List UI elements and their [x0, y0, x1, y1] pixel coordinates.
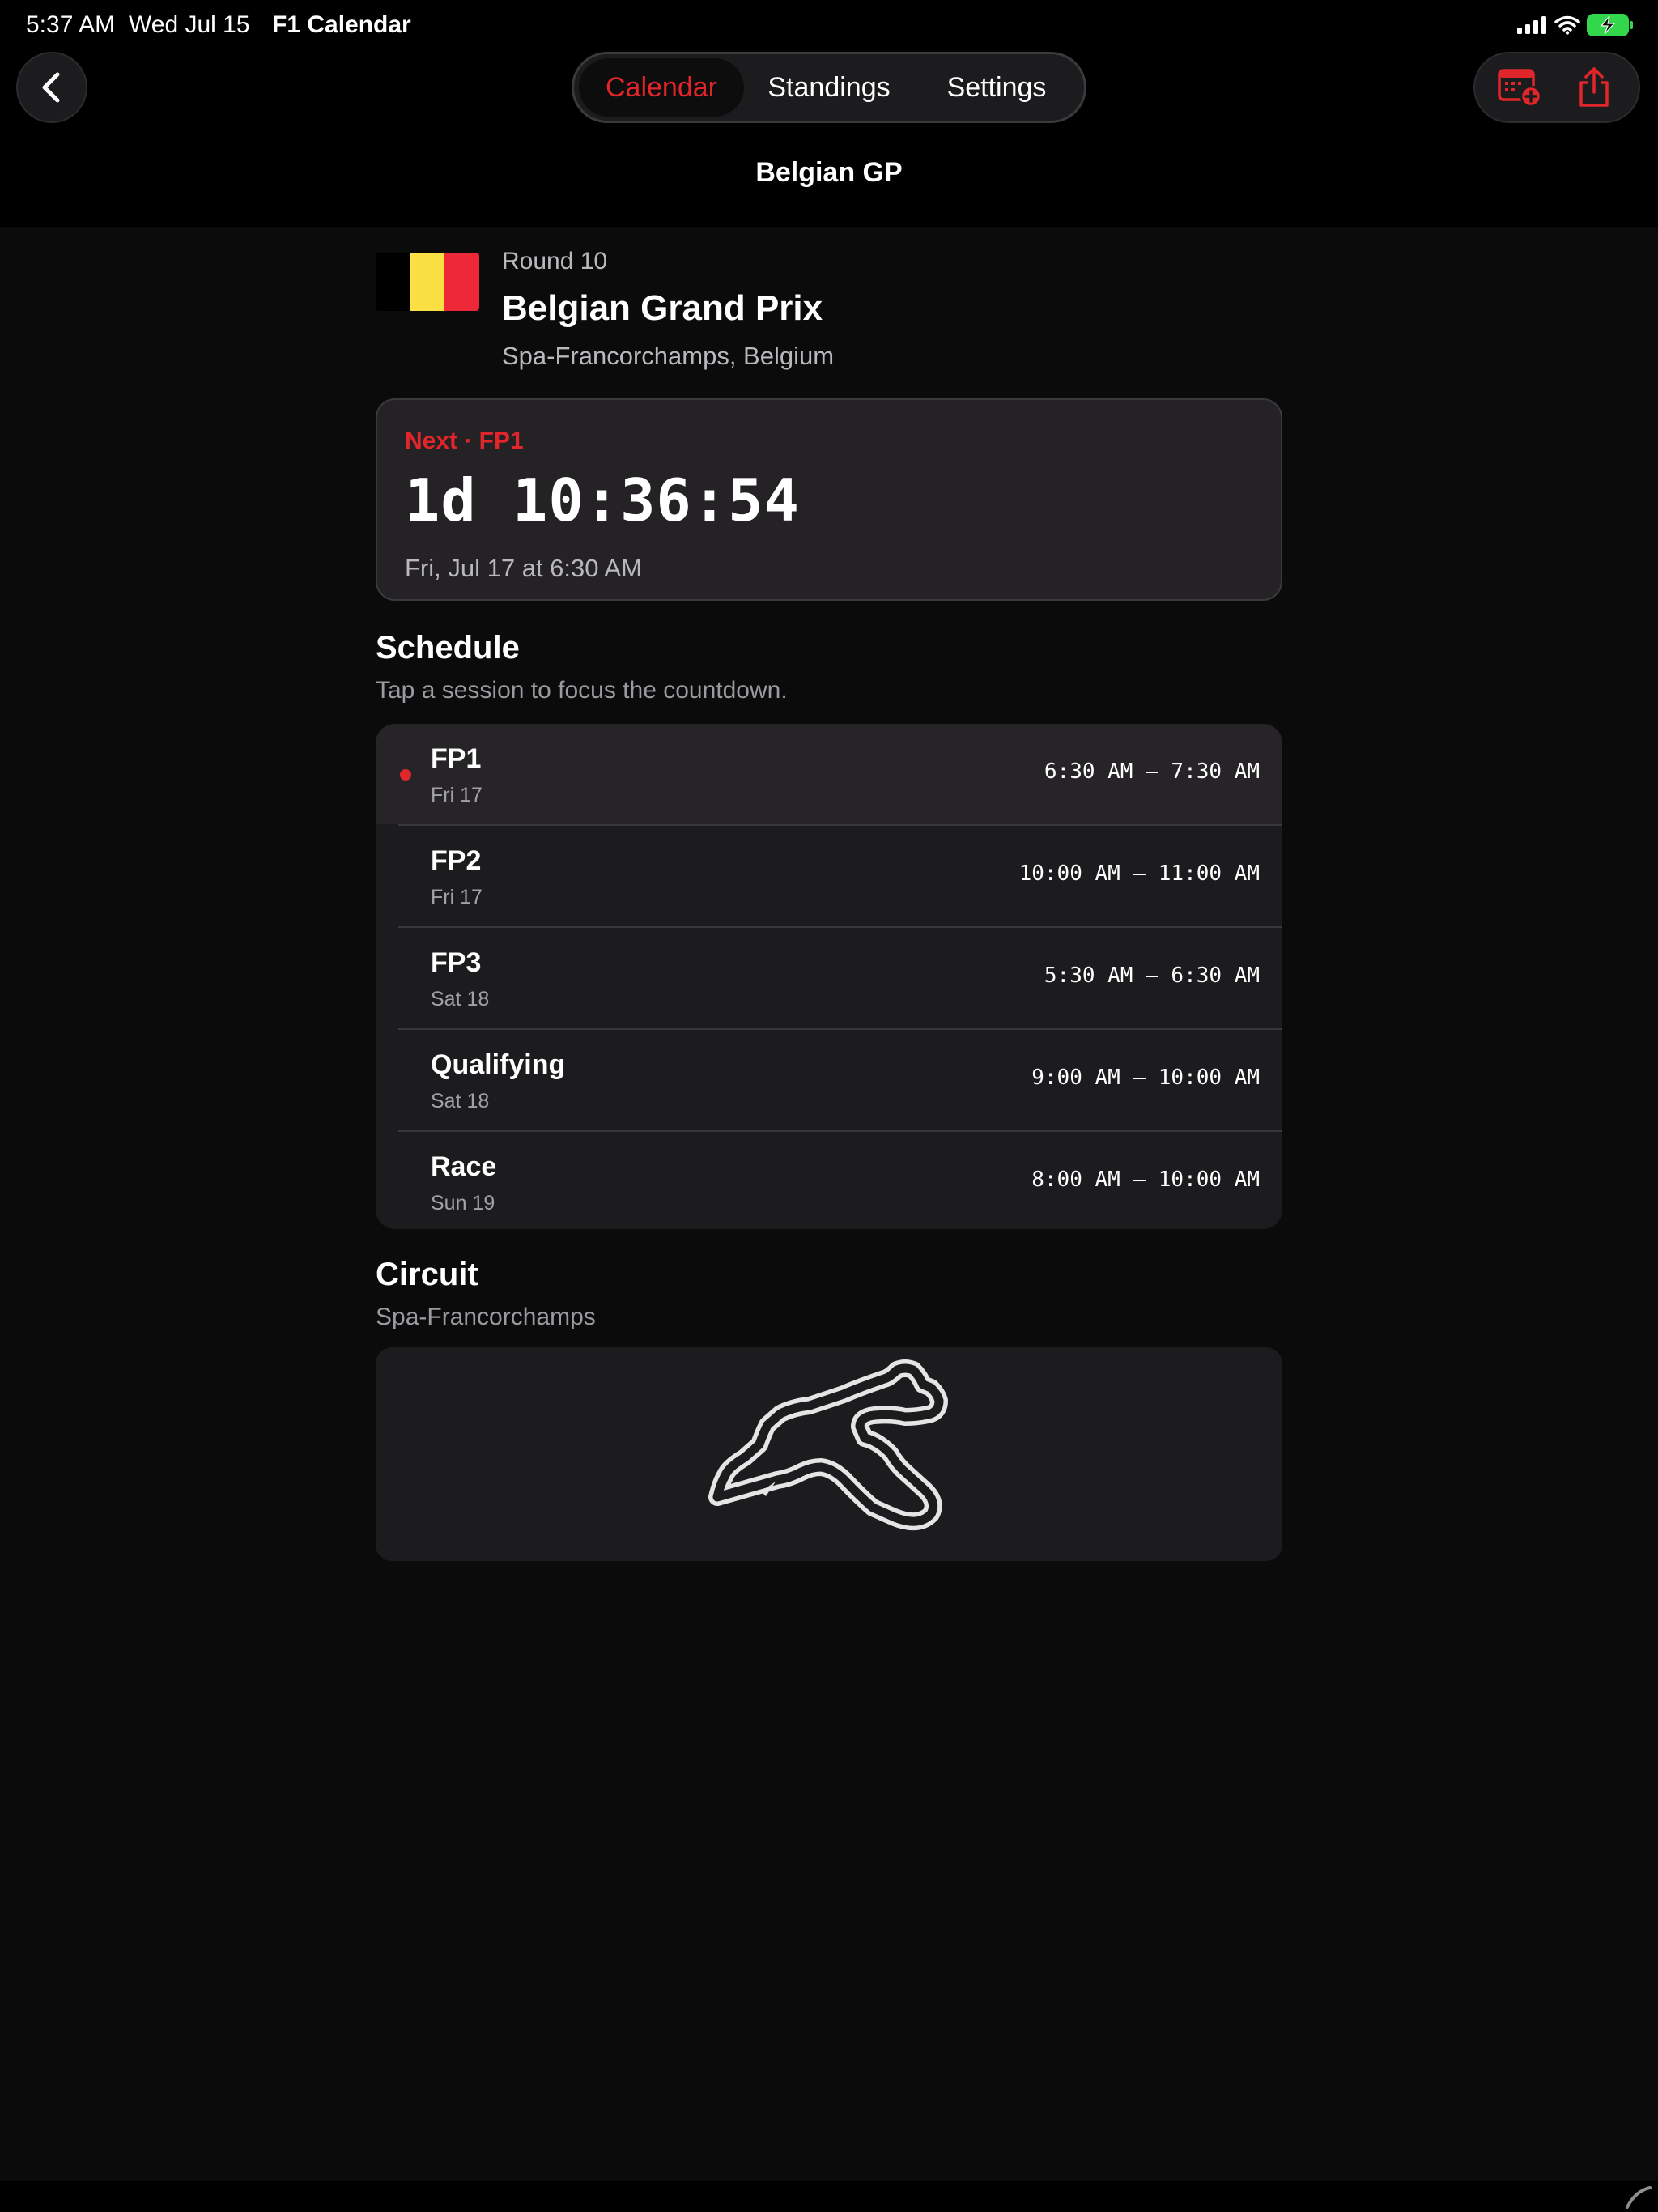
session-row-qualifying[interactable]: Qualifying Sat 18 9:00 AM — 10:00 AM [376, 1030, 1282, 1130]
session-row-fp2[interactable]: FP2 Fri 17 10:00 AM — 11:00 AM [376, 826, 1282, 926]
add-to-calendar-icon [1497, 69, 1541, 108]
share-icon [1579, 67, 1609, 107]
status-icons [1517, 13, 1634, 37]
flag-stripe-black [376, 253, 410, 311]
session-time: 8:00 AM — 10:00 AM [1031, 1168, 1260, 1192]
session-name: Qualifying [431, 1049, 566, 1080]
session-day: Sat 18 [431, 1090, 490, 1112]
status-date: Wed Jul 15 [129, 11, 250, 38]
session-day: Sun 19 [431, 1192, 495, 1214]
page-title: Belgian GP [755, 157, 903, 188]
countdown-card: Next · FP1 1d 10:36:54 Fri, Jul 17 at 6:… [376, 398, 1282, 601]
round-label: Round 10 [502, 248, 608, 274]
session-time: 10:00 AM — 11:00 AM [1018, 861, 1260, 886]
session-name: FP2 [431, 845, 482, 876]
countdown-datetime: Fri, Jul 17 at 6:30 AM [405, 554, 642, 582]
session-time: 5:30 AM — 6:30 AM [1044, 963, 1260, 988]
bottom-bar [0, 2181, 1658, 2212]
next-session-label: Next · FP1 [405, 428, 524, 454]
back-button[interactable] [16, 52, 87, 123]
session-day: Sat 18 [431, 988, 490, 1010]
signal-icon [1517, 16, 1546, 34]
session-row-race[interactable]: Race Sun 19 8:00 AM — 10:00 AM [376, 1132, 1282, 1229]
status-time: 5:37 AM [26, 11, 116, 38]
schedule-title: Schedule [376, 630, 520, 666]
schedule-subtitle: Tap a session to focus the countdown. [376, 677, 788, 704]
countdown-timer: 1d 10:36:54 [405, 466, 800, 534]
tab-calendar[interactable]: Calendar [579, 58, 744, 117]
tab-segmented-control: Calendar Standings Settings [572, 52, 1086, 123]
grand-prix-location: Spa-Francorchamps, Belgium [502, 342, 835, 370]
resize-handle-icon[interactable] [1621, 2181, 1653, 2212]
share-button[interactable] [1565, 58, 1623, 117]
battery-charging-icon [1587, 14, 1633, 36]
circuit-name: Spa-Francorchamps [376, 1304, 596, 1330]
session-day: Fri 17 [431, 886, 483, 908]
add-to-calendar-button[interactable] [1491, 58, 1550, 117]
session-time: 9:00 AM — 10:00 AM [1031, 1066, 1260, 1090]
flag-stripe-yellow [410, 253, 445, 311]
schedule-list: FP1 Fri 17 6:30 AM — 7:30 AM FP2 Fri 17 … [376, 724, 1282, 1229]
circuit-title: Circuit [376, 1257, 478, 1292]
selected-indicator-dot [400, 769, 411, 781]
tab-standings[interactable]: Standings [744, 58, 914, 117]
status-bar: 5:37 AM Wed Jul 15 F1 Calendar [0, 0, 1658, 52]
wifi-icon [1554, 15, 1580, 35]
back-chevron-icon [42, 72, 60, 103]
header-bar: 5:37 AM Wed Jul 15 F1 Calendar Calendar … [0, 0, 1658, 227]
session-name: FP3 [431, 947, 482, 978]
session-name: Race [431, 1151, 497, 1182]
toolbar-actions [1473, 52, 1640, 123]
flag-stripe-red [444, 253, 479, 311]
session-row-fp1[interactable]: FP1 Fri 17 6:30 AM — 7:30 AM [376, 724, 1282, 824]
session-day: Fri 17 [431, 784, 483, 806]
status-app-name: F1 Calendar [272, 11, 411, 38]
session-time: 6:30 AM — 7:30 AM [1044, 759, 1260, 784]
grand-prix-title: Belgian Grand Prix [502, 288, 823, 328]
session-name: FP1 [431, 743, 482, 774]
circuit-map-card [376, 1347, 1282, 1561]
tab-settings[interactable]: Settings [914, 58, 1079, 117]
session-row-fp3[interactable]: FP3 Sat 18 5:30 AM — 6:30 AM [376, 928, 1282, 1028]
belgium-flag-icon [376, 253, 479, 311]
circuit-layout-icon [708, 1359, 948, 1531]
